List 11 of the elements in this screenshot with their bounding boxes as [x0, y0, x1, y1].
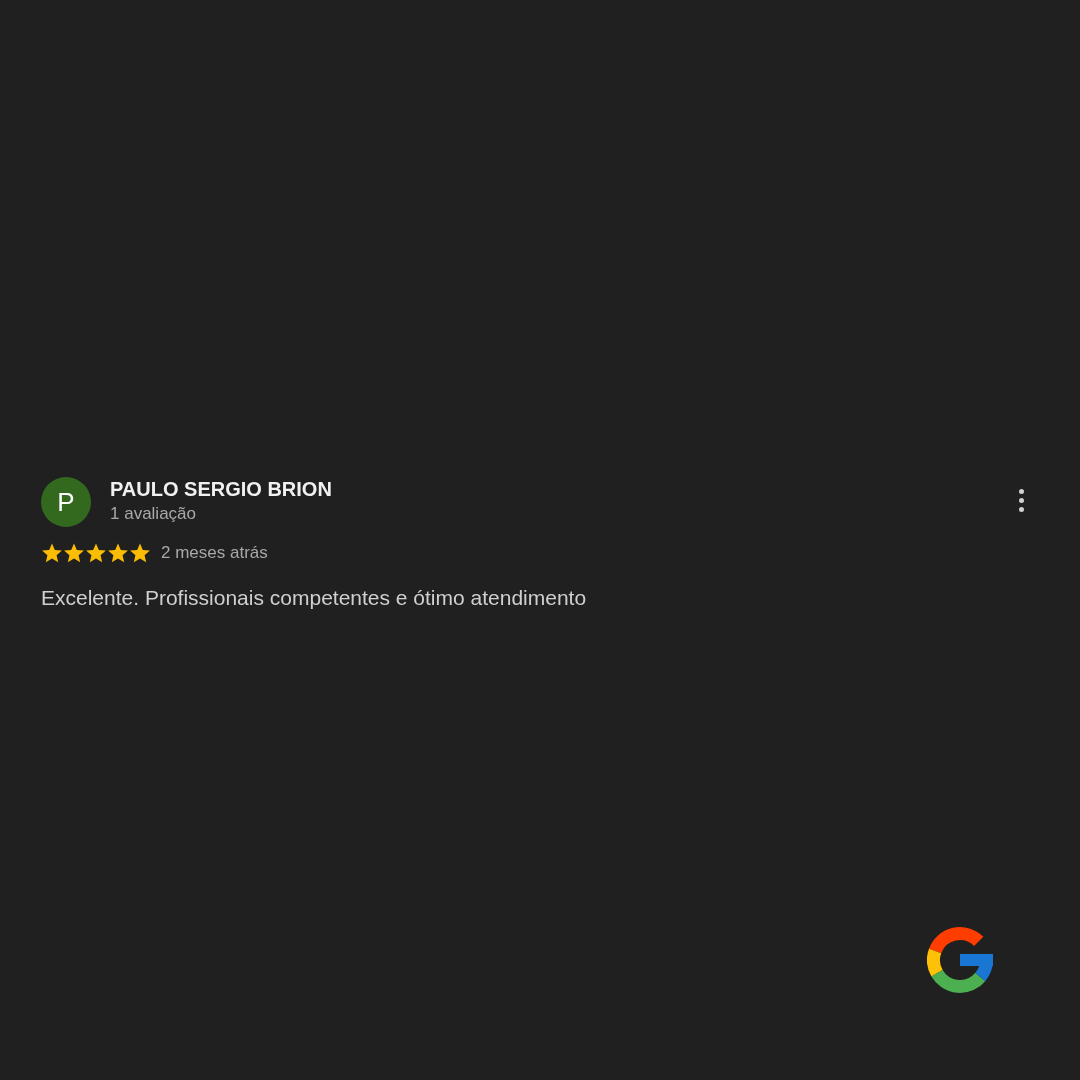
review-text: Excelente. Profissionais competentes e ótimo atendimento: [41, 586, 588, 610]
review-count: 1 avaliação: [110, 504, 197, 524]
star-icon: [41, 542, 63, 564]
star-icon: [85, 542, 107, 564]
avatar: P: [41, 477, 91, 527]
google-logo: [927, 927, 993, 993]
star-icon: [129, 542, 151, 564]
star-icon: [63, 542, 85, 564]
review-time: 2 meses atrás: [161, 543, 268, 563]
author-name: PAULO SERGIO BRION: [110, 478, 333, 501]
star-icon: [107, 542, 129, 564]
